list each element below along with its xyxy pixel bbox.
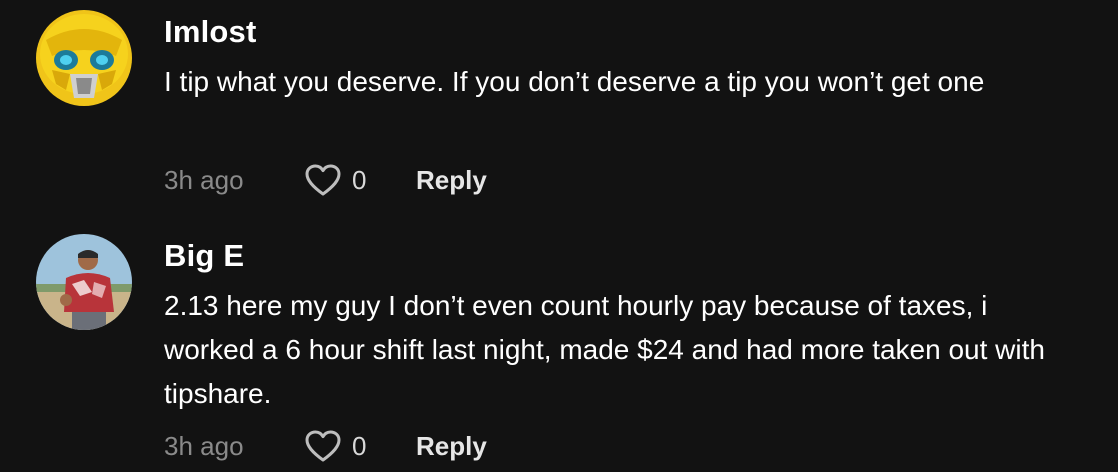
heart-icon (305, 164, 341, 196)
avatar[interactable] (36, 10, 132, 106)
person-photo-icon (36, 234, 132, 330)
like-button[interactable]: 0 (304, 163, 416, 197)
like-count: 0 (352, 430, 367, 461)
comment-username[interactable]: Big E (164, 238, 244, 274)
comment-time: 3h ago (164, 164, 244, 195)
reply-button[interactable]: Reply (416, 431, 487, 462)
avatar[interactable] (36, 234, 132, 330)
comment-username[interactable]: Imlost (164, 14, 257, 50)
comment-meta: 3h ago 0 Reply (164, 426, 487, 466)
comment-time: 3h ago (164, 430, 244, 461)
yellow-robot-helmet-icon (36, 10, 132, 106)
like-count: 0 (352, 164, 367, 195)
comment-text: I tip what you deserve. If you don’t des… (164, 66, 985, 97)
comment-text: 2.13 here my guy I don’t even count hour… (164, 290, 1045, 409)
heart-icon (305, 430, 341, 462)
reply-button[interactable]: Reply (416, 165, 487, 196)
like-button[interactable]: 0 (304, 429, 416, 463)
comment-meta: 3h ago 0 Reply (164, 160, 487, 200)
